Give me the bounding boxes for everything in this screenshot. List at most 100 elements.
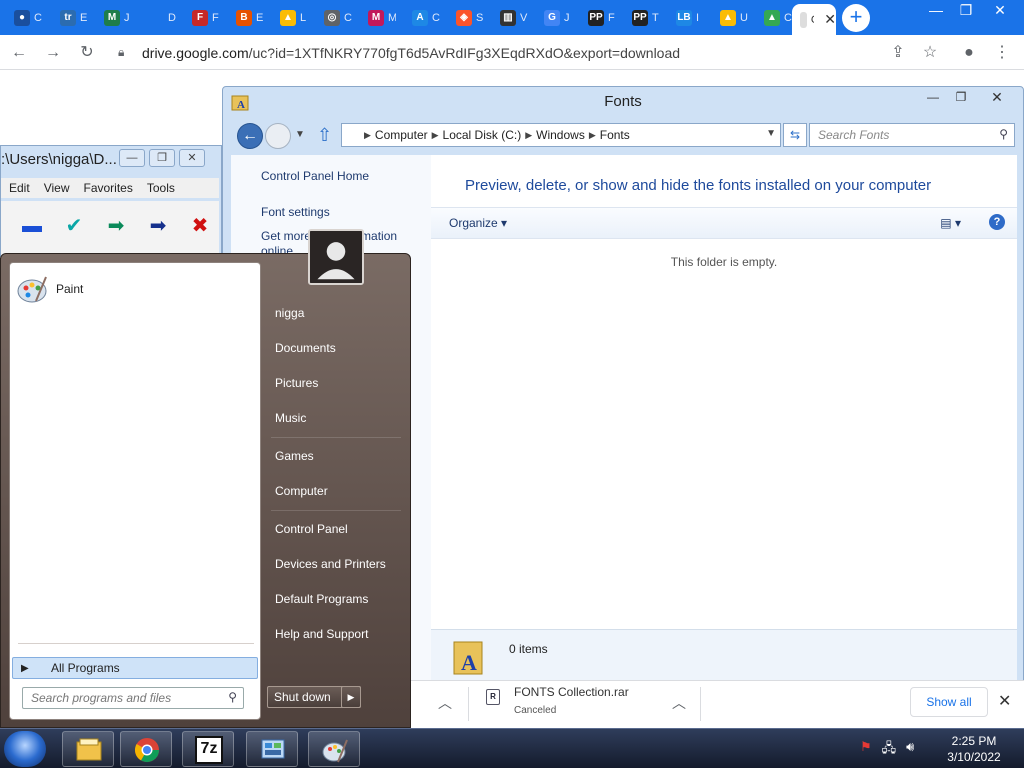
breadcrumb-local-disk[interactable]: Local Disk (C:) — [443, 128, 522, 142]
views-button[interactable]: ▤ ▾ — [940, 216, 961, 230]
start-item-music[interactable]: Music — [275, 411, 306, 425]
bookmark-star-icon[interactable]: ☆ — [919, 42, 941, 64]
address-breadcrumb[interactable]: ▶ Computer ▶ Local Disk (C:) ▶ Windows ▶… — [341, 123, 781, 147]
all-programs-button[interactable]: ▶ All Programs — [12, 657, 258, 679]
fonts-folder-large-icon: A — [453, 641, 483, 675]
move-arrow-icon[interactable]: ➡ — [145, 213, 171, 239]
program-paint[interactable]: Paint — [14, 273, 258, 305]
help-icon[interactable]: ? — [989, 214, 1005, 230]
control-panel-home-link[interactable]: Control Panel Home — [261, 169, 369, 183]
minus-icon[interactable]: ▬ — [19, 213, 45, 239]
browser-tab[interactable]: BE — [228, 4, 272, 31]
explorer-window-users[interactable]: :\Users\nigga\D... — ❐ ✕ Edit View Favor… — [0, 145, 222, 257]
start-item-computer[interactable]: Computer — [275, 484, 328, 498]
close-browser-button[interactable]: ✕ — [984, 0, 1016, 22]
browser-tab[interactable]: GJ — [536, 4, 580, 31]
new-tab-button[interactable]: + — [842, 4, 870, 32]
address-dropdown-icon[interactable]: ▼ — [766, 128, 776, 139]
start-item-control-panel[interactable]: Control Panel — [275, 522, 348, 536]
browser-tab[interactable]: D — [140, 4, 184, 31]
profile-avatar-icon[interactable]: ● — [958, 42, 980, 64]
start-button[interactable] — [4, 731, 46, 767]
start-item-documents[interactable]: Documents — [275, 341, 336, 355]
download-file-name[interactable]: FONTS Collection.rar — [514, 685, 629, 699]
restore-browser-button[interactable]: ❐ — [950, 0, 982, 22]
forward-button[interactable] — [265, 123, 291, 149]
browser-tab[interactable]: ▲ U — [712, 4, 756, 31]
clock[interactable]: 2:25 PM 3/10/2022 — [942, 733, 1006, 765]
menu-view[interactable]: View — [44, 181, 70, 195]
browser-tab[interactable]: ▥ V — [492, 4, 536, 31]
taskbar-7zip[interactable]: 7z — [182, 731, 234, 767]
breadcrumb-fonts[interactable]: Fonts — [600, 128, 630, 142]
start-item-games[interactable]: Games — [275, 449, 314, 463]
user-avatar[interactable] — [308, 229, 364, 285]
browser-tab[interactable]: PP T — [624, 4, 668, 31]
recent-pages-dropdown[interactable]: ▼ — [295, 129, 305, 140]
browser-tab[interactable]: MJ — [96, 4, 140, 31]
search-icon[interactable]: ⚲ — [999, 127, 1008, 141]
minimize-button[interactable]: — — [919, 87, 947, 107]
menu-tools[interactable]: Tools — [147, 181, 175, 195]
start-item-pictures[interactable]: Pictures — [275, 376, 318, 390]
taskbar-explorer[interactable] — [62, 731, 114, 767]
delete-icon[interactable]: ✖ — [187, 213, 213, 239]
tab-title: J — [564, 11, 570, 24]
browser-tab[interactable]: PP F — [580, 4, 624, 31]
minimize-button[interactable]: — — [119, 149, 145, 167]
browser-tab[interactable]: LB I — [668, 4, 712, 31]
breadcrumb-windows[interactable]: Windows — [536, 128, 585, 142]
close-button[interactable]: ✕ — [179, 149, 205, 167]
up-arrow-icon[interactable]: ⇧ — [317, 125, 332, 146]
browser-tab[interactable]: MM — [360, 4, 404, 31]
taskbar-chrome[interactable] — [120, 731, 172, 767]
taskbar-control-panel[interactable] — [246, 731, 298, 767]
minimize-browser-button[interactable]: — — [920, 0, 952, 22]
network-icon[interactable]: 🖧︎ — [882, 739, 897, 761]
share-icon[interactable]: ⇪ — [887, 42, 909, 64]
close-button[interactable]: ✕ — [975, 87, 1019, 107]
start-search-input[interactable]: Search programs and files ⚲ — [22, 687, 244, 709]
chevron-up-icon[interactable]: ︿ — [438, 693, 452, 713]
address-bar[interactable]: 🔒︎ drive.google.com/uc?id=1XTfNKRY770fgT… — [108, 39, 948, 67]
show-all-button[interactable]: Show all — [910, 687, 988, 717]
browser-tab[interactable]: ▲ L — [272, 4, 316, 31]
taskbar: 7z ⚑ 🖧︎ 🔊︎ 2:25 PM 3/10/2022 — [0, 728, 1024, 768]
browser-tab[interactable]: G✕ — [792, 4, 836, 35]
organize-button[interactable]: Organize ▾ — [449, 216, 507, 230]
refresh-icon[interactable]: ⇆ — [783, 123, 807, 147]
maximize-button[interactable]: ❐ — [947, 87, 975, 107]
browser-tab[interactable]: ◈ S — [448, 4, 492, 31]
maximize-button[interactable]: ❐ — [149, 149, 175, 167]
browser-tab[interactable]: FF — [184, 4, 228, 31]
browser-tab[interactable]: ● C — [6, 4, 50, 31]
start-item-user[interactable]: nigga — [275, 306, 304, 320]
copy-arrow-icon[interactable]: ➡ — [103, 213, 129, 239]
font-settings-link[interactable]: Font settings — [261, 205, 330, 219]
forward-arrow-icon[interactable]: → — [42, 42, 64, 64]
menu-edit[interactable]: Edit — [9, 181, 30, 195]
browser-tab[interactable]: AC — [404, 4, 448, 31]
shut-down-button[interactable]: Shut down ▶ — [267, 686, 361, 708]
breadcrumb-separator: ▶ — [588, 129, 596, 140]
close-shelf-icon[interactable]: ✕ — [998, 691, 1011, 711]
volume-icon[interactable]: 🔊︎ — [906, 739, 914, 761]
start-item-help-support[interactable]: Help and Support — [275, 627, 368, 641]
back-button[interactable]: ← — [237, 123, 263, 149]
test-check-icon[interactable]: ✔ — [61, 213, 87, 239]
start-item-devices-printers[interactable]: Devices and Printers — [275, 557, 386, 571]
breadcrumb-computer[interactable]: Computer — [375, 128, 428, 142]
browser-tab[interactable]: tr E — [52, 4, 96, 31]
browser-tab[interactable]: ◎ C — [316, 4, 360, 31]
action-center-flag-icon[interactable]: ⚑ — [860, 739, 872, 761]
search-fonts-input[interactable]: Search Fonts ⚲ — [809, 123, 1015, 147]
download-options-chevron-icon[interactable]: ︿ — [672, 693, 686, 713]
back-arrow-icon[interactable]: ← — [8, 42, 30, 64]
start-item-default-programs[interactable]: Default Programs — [275, 592, 368, 606]
close-tab-icon[interactable]: ✕ — [824, 11, 836, 28]
reload-icon[interactable]: ↻ — [76, 42, 98, 64]
taskbar-paint[interactable] — [308, 731, 360, 767]
menu-favorites[interactable]: Favorites — [83, 181, 132, 195]
shut-down-options-icon[interactable]: ▶ — [341, 686, 361, 708]
more-menu-icon[interactable]: ⋮ — [991, 42, 1013, 64]
